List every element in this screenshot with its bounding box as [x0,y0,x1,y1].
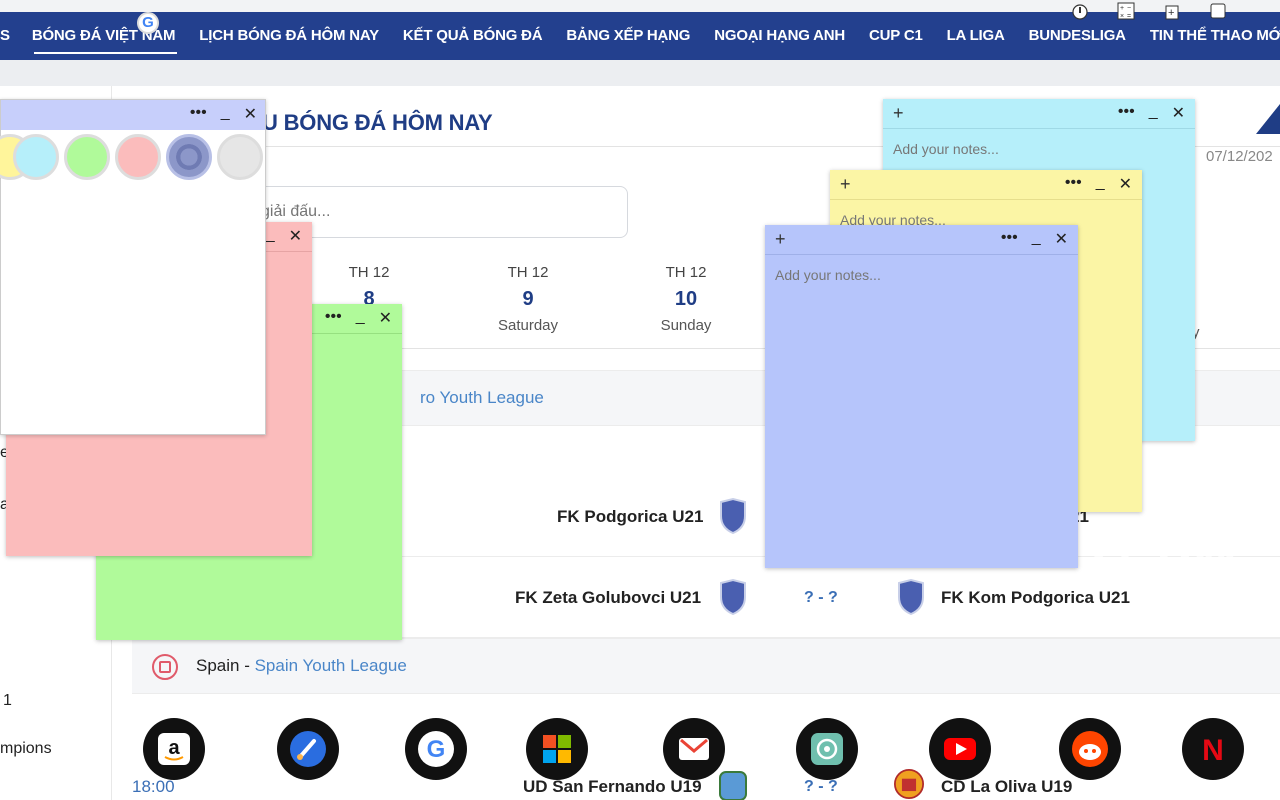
google-icon[interactable]: G [137,12,159,34]
nav-item-ngoai-hang-anh[interactable]: NGOẠI HẠNG ANH [702,12,857,60]
note-textarea[interactable]: Add your notes... [883,129,1195,169]
window-icon[interactable] [1208,2,1228,22]
day-weekday: Sunday [660,317,712,334]
youtube-icon[interactable] [929,718,991,780]
paint-icon[interactable] [277,718,339,780]
day-weekday: Saturday [497,317,559,334]
color-swatch-pink[interactable] [115,134,161,180]
more-button[interactable]: ••• [1065,174,1082,194]
minimize-button[interactable]: _ [1032,229,1041,249]
svg-text:=: = [1127,13,1131,20]
color-swatch-cyan[interactable] [13,134,59,180]
date-label: 07/12/202 [1206,148,1273,165]
team-crest-icon [894,769,924,799]
league-link[interactable]: Spain Youth League [255,656,407,675]
svg-text:+: + [1168,7,1174,19]
day-month: TH 12 [507,264,549,281]
team-shield-icon [720,498,746,534]
note-titlebar[interactable]: + ••• _ ✕ [830,170,1142,200]
minimize-button[interactable]: _ [1149,103,1158,123]
day-month: TH 12 [665,264,707,281]
home-team: FK Podgorica U21 [557,507,704,526]
svg-text:×: × [1120,13,1124,20]
add-note-button[interactable]: + [775,229,786,250]
sidebar-fragment[interactable]: 1 [3,692,12,710]
corner-decoration [1256,104,1280,134]
nav-item-cup-c1[interactable]: CUP C1 [857,12,935,60]
nav-item-bang-xep-hang[interactable]: BẢNG XẾP HẠNG [554,12,702,60]
minimize-button[interactable]: _ [266,226,275,246]
page-title: U BÓNG ĐÁ HÔM NAY [262,110,493,135]
svg-text:G: G [427,736,446,763]
league-separator: - [239,656,255,675]
chatgpt-icon[interactable] [796,718,858,780]
color-picker-window[interactable]: ••• _ ✕ [0,99,266,435]
timer-icon[interactable] [1070,2,1090,22]
add-note-button[interactable]: + [893,103,904,124]
league-country: Spain [196,656,240,675]
league-link[interactable]: ro Youth League [420,388,544,408]
note-titlebar[interactable]: + ••• _ ✕ [883,99,1195,129]
svg-text:N: N [1202,734,1224,766]
nav-item-bong-da-viet-nam[interactable]: BÓNG ĐÁ VIỆT NAM [20,12,187,60]
sub-bar [0,60,1280,86]
nav-item-ket-qua[interactable]: KẾT QUẢ BÓNG ĐÁ [391,12,555,60]
google-app-icon[interactable]: G [405,718,467,780]
away-team: CD La Oliva U19 [941,777,1073,796]
nav-item-partial[interactable]: S [0,12,20,60]
nav-item-lich-bong-da[interactable]: LỊCH BÓNG ĐÁ HÔM NAY [187,12,391,60]
match-score[interactable]: ? - ? [804,778,838,796]
more-button[interactable]: ••• [1118,103,1135,123]
more-button[interactable]: ••• [325,308,342,328]
close-button[interactable]: ✕ [289,226,302,246]
home-team: UD San Fernando U19 [523,777,702,796]
note-titlebar[interactable]: + ••• _ ✕ [765,225,1078,255]
minimize-button[interactable]: _ [221,104,230,124]
nav-item-la-liga[interactable]: LA LIGA [935,12,1017,60]
gmail-icon[interactable] [663,718,725,780]
away-team: FK Kom Podgorica U21 [941,588,1130,607]
more-button[interactable]: ••• [190,104,207,124]
spain-league-icon [152,654,178,680]
team-crest-icon [719,771,747,800]
match-time: 18:00 [132,777,175,796]
microsoft-icon[interactable] [526,718,588,780]
note-textarea[interactable]: Add your notes... [765,255,1078,295]
sticky-note-blue[interactable]: + ••• _ ✕ Add your notes... [765,225,1078,568]
close-button[interactable]: ✕ [1055,229,1068,249]
minimize-button[interactable]: _ [356,308,365,328]
more-button[interactable]: ••• [1001,229,1018,249]
day-number: 9 [522,288,534,310]
color-swatch-blue-selected[interactable] [166,134,212,180]
day-tab[interactable]: TH 12 9 Saturday [483,264,573,334]
day-number: 10 [674,288,698,310]
match-score[interactable]: ? - ? [804,589,838,607]
team-shield-icon [720,579,746,615]
top-toolbar: + − × = + [1070,2,1228,22]
home-team: FK Zeta Golubovci U21 [515,588,702,607]
minimize-button[interactable]: _ [1096,174,1105,194]
day-month: TH 12 [348,264,390,281]
netflix-icon[interactable]: N [1182,718,1244,780]
league-header[interactable]: Spain - Spain Youth League [132,638,1280,694]
color-swatch-gray[interactable] [217,134,263,180]
svg-text:−: − [1127,5,1131,12]
reddit-icon[interactable] [1059,718,1121,780]
calculator-icon[interactable]: + − × = [1116,2,1136,22]
color-swatch-green[interactable] [64,134,110,180]
close-button[interactable]: ✕ [379,308,392,328]
new-page-icon[interactable]: + [1162,2,1182,22]
svg-text:+: + [1120,5,1124,12]
amazon-icon[interactable]: a [143,718,205,780]
close-button[interactable]: ✕ [244,104,257,124]
close-button[interactable]: ✕ [1172,103,1185,123]
add-note-button[interactable]: + [840,174,851,195]
day-tab[interactable]: TH 12 10 Sunday [641,264,731,334]
svg-text:a: a [168,737,180,759]
palette-titlebar[interactable]: ••• _ ✕ [1,100,265,130]
team-shield-icon [898,579,924,615]
sidebar-fragment[interactable]: mpions [0,740,52,758]
close-button[interactable]: ✕ [1119,174,1132,194]
